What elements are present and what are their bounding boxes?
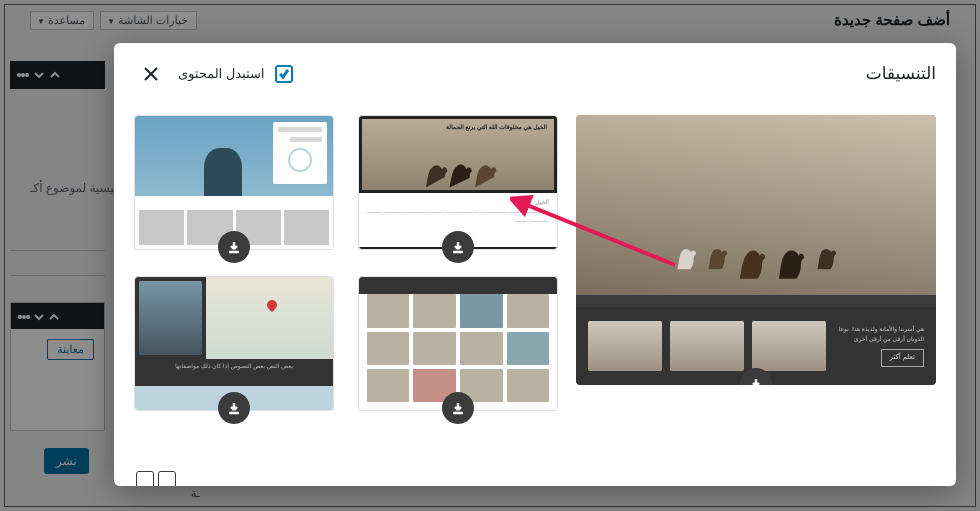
close-button[interactable] xyxy=(134,57,168,91)
close-icon xyxy=(142,65,160,83)
horse-icon xyxy=(703,237,731,271)
preview-caption: هي أسرتنا والأمانة ولذيذة هذا. نوعا الذو… xyxy=(834,325,924,367)
modal-bottom-badges xyxy=(136,471,176,486)
layout-grid: الخيل هي مخلوقات الله التي يرتع الجمالة … xyxy=(134,115,558,466)
replace-content-checkbox[interactable] xyxy=(275,65,293,83)
article-body: الخيلـــــــــــــ ـــــــــ ـــــــــــ… xyxy=(359,193,557,232)
horse-icon xyxy=(672,237,700,271)
layouts-modal: التنسيقات استبدل المحتوى xyxy=(114,43,956,486)
layout-card-article[interactable]: الخيل هي مخلوقات الله التي يرتع الجمالة … xyxy=(358,115,558,250)
cta-button: تعلم أكثر xyxy=(881,349,925,367)
download-button[interactable] xyxy=(218,231,250,263)
layout-card-business[interactable] xyxy=(134,115,334,250)
download-button[interactable] xyxy=(442,392,474,424)
horse-icon xyxy=(734,237,770,281)
hero-image xyxy=(135,116,333,196)
layout-card-gallery[interactable] xyxy=(358,276,558,411)
gallery-thumb xyxy=(752,321,826,371)
stat-panel xyxy=(273,122,327,184)
hero-image: الخيل هي مخلوقات الله التي يرتع الجمالة xyxy=(359,116,557,193)
hero-image xyxy=(576,115,936,295)
modal-body: هي أسرتنا والأمانة ولذيذة هذا. نوعا الذو… xyxy=(114,101,956,486)
person-icon xyxy=(204,148,242,196)
download-button[interactable] xyxy=(218,392,250,424)
progress-icon xyxy=(288,148,312,172)
gallery-thumb xyxy=(670,321,744,371)
check-icon xyxy=(278,68,290,80)
map-caption: بعض النص بعض النصوص إذا كان ذلك مواصفاته… xyxy=(135,359,333,386)
layout-card-map[interactable]: بعض النص بعض النصوص إذا كان ذلك مواصفاته… xyxy=(134,276,334,411)
article-heading: الخيل هي مخلوقات الله التي يرتع الجمالة xyxy=(446,124,547,131)
image-grid xyxy=(367,294,549,402)
download-icon xyxy=(749,377,763,385)
file-icon xyxy=(136,471,154,486)
download-icon xyxy=(451,401,465,415)
person-icon xyxy=(139,281,202,355)
horse-icon xyxy=(812,237,840,271)
modal-title: التنسيقات xyxy=(866,64,936,84)
map-pin-icon xyxy=(265,298,279,312)
horses-icon xyxy=(362,147,554,190)
download-icon xyxy=(451,240,465,254)
modal-header: التنسيقات استبدل المحتوى xyxy=(114,43,956,101)
download-icon xyxy=(227,240,241,254)
gallery-thumb xyxy=(588,321,662,371)
download-icon xyxy=(227,401,241,415)
replace-content-label: استبدل المحتوى xyxy=(178,66,265,82)
layout-preview-large[interactable]: هي أسرتنا والأمانة ولذيذة هذا. نوعا الذو… xyxy=(576,115,936,385)
horse-icon xyxy=(773,237,809,281)
download-button[interactable] xyxy=(442,231,474,263)
map-image xyxy=(206,277,333,359)
file-icon xyxy=(158,471,176,486)
